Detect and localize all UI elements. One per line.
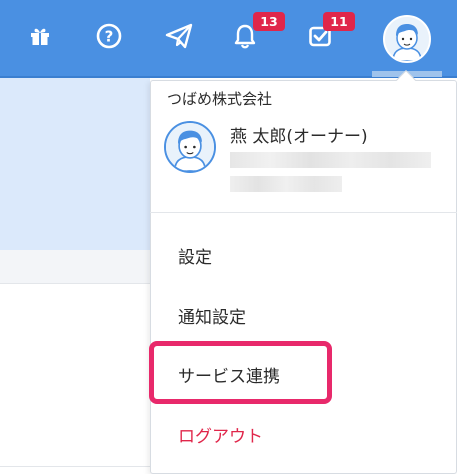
redacted-email — [230, 152, 431, 168]
notifications-badge: 13 — [253, 12, 285, 31]
company-name: つばめ株式会社 — [167, 90, 273, 108]
redacted-info — [230, 176, 342, 192]
menu-item-notification-settings[interactable]: 通知設定 — [178, 303, 246, 328]
tasks-badge: 11 — [323, 12, 355, 31]
content-panel — [0, 78, 150, 250]
menu-item-settings[interactable]: 設定 — [178, 243, 212, 268]
menu-item-logout[interactable]: ログアウト — [178, 422, 263, 447]
avatar[interactable] — [383, 15, 431, 63]
help-icon[interactable]: ? — [92, 19, 126, 53]
user-name: 燕 太郎(オーナー) — [230, 127, 368, 147]
menu-divider — [150, 212, 457, 213]
highlight-annotation — [149, 341, 332, 404]
gift-icon[interactable] — [23, 19, 57, 53]
svg-text:?: ? — [105, 28, 114, 46]
content-divider — [0, 466, 150, 467]
send-icon[interactable] — [162, 19, 196, 53]
user-avatar — [164, 121, 216, 173]
content-header-row — [0, 250, 150, 284]
